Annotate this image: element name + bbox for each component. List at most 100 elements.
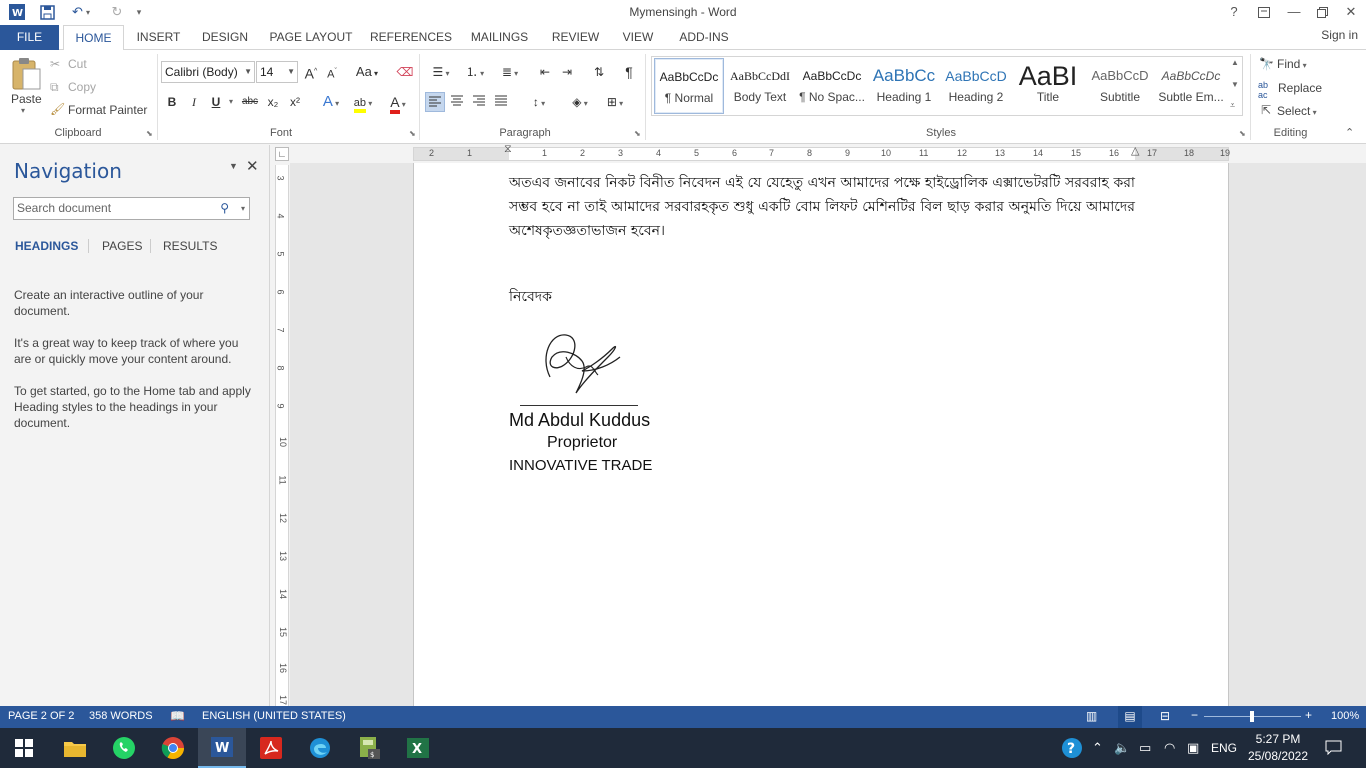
style-no-spacing[interactable]: AaBbCcDc ¶ No Spac...: [797, 58, 867, 114]
document-page[interactable]: অতএব জনাবের নিকট বিনীত নিবেদন এই যে যেহে…: [413, 163, 1229, 706]
read-mode-icon[interactable]: ▥: [1086, 709, 1097, 723]
line-spacing-button[interactable]: ↕ ▾: [524, 92, 554, 112]
acrobat-icon[interactable]: [247, 728, 295, 768]
bold-button[interactable]: B: [162, 92, 182, 112]
right-indent-icon[interactable]: △: [1131, 144, 1139, 157]
style-title[interactable]: AaBI Title: [1013, 58, 1083, 114]
numbering-button[interactable]: ⒈ ▾: [459, 62, 491, 82]
select-button[interactable]: Select ▾: [1277, 104, 1317, 118]
replace-button[interactable]: Replace: [1278, 81, 1322, 95]
font-color-button[interactable]: A ▾: [383, 92, 413, 114]
style-subtle-emphasis[interactable]: AaBbCcDc Subtle Em...: [1156, 58, 1226, 114]
cut-icon[interactable]: ✂: [50, 57, 60, 71]
sign-in-link[interactable]: Sign in: [1321, 28, 1358, 42]
proofing-icon[interactable]: 📖: [170, 709, 185, 723]
strikethrough-button[interactable]: abc: [240, 92, 260, 112]
cursor-icon[interactable]: ⇱: [1261, 103, 1271, 117]
find-button[interactable]: Find ▾: [1277, 57, 1307, 71]
search-options-icon[interactable]: ▾: [241, 198, 245, 219]
file-explorer-icon[interactable]: [51, 728, 99, 768]
help-tray-icon[interactable]: ?: [1061, 737, 1083, 762]
whatsapp-icon[interactable]: [100, 728, 148, 768]
print-layout-icon[interactable]: ▤: [1118, 706, 1142, 728]
tab-file[interactable]: FILE: [0, 25, 59, 50]
tab-add-ins[interactable]: ADD-INS: [671, 25, 737, 50]
chevron-up-icon[interactable]: ⌃: [1092, 740, 1103, 756]
font-launcher-icon[interactable]: ⬊: [409, 129, 416, 138]
tab-results[interactable]: RESULTS: [163, 239, 217, 253]
clipboard-launcher-icon[interactable]: ⬊: [146, 129, 153, 138]
shrink-font-button[interactable]: Aˇ: [322, 62, 342, 82]
paragraph-launcher-icon[interactable]: ⬊: [634, 129, 641, 138]
chrome-icon[interactable]: [149, 728, 197, 768]
zoom-level[interactable]: 100%: [1331, 710, 1359, 722]
paste-button[interactable]: Paste: [11, 92, 42, 106]
tab-design[interactable]: DESIGN: [196, 25, 254, 50]
copy-button[interactable]: Copy: [68, 80, 96, 94]
page-count[interactable]: PAGE 2 OF 2: [8, 710, 74, 722]
underline-button[interactable]: U: [206, 92, 226, 112]
decrease-indent-icon[interactable]: ⇤: [535, 62, 555, 82]
highlight-button[interactable]: ab ▾: [348, 92, 378, 113]
tab-pages[interactable]: PAGES: [102, 239, 142, 253]
search-input[interactable]: Search document ⚲ ▾: [13, 197, 250, 220]
underline-dropdown-icon[interactable]: ▾: [226, 92, 236, 112]
tab-insert[interactable]: INSERT: [131, 25, 186, 50]
excel-icon[interactable]: X: [394, 728, 442, 768]
copy-icon[interactable]: ⧉: [50, 80, 59, 95]
style-body-text[interactable]: AaBbCcDdI Body Text: [725, 58, 795, 114]
bullets-button[interactable]: ☰ ▾: [425, 62, 457, 82]
word-taskbar-icon[interactable]: W: [198, 728, 246, 768]
volume-icon[interactable]: 🔈: [1114, 740, 1130, 756]
shading-button[interactable]: ◈ ▾: [565, 92, 595, 112]
web-layout-icon[interactable]: ⊟: [1160, 709, 1170, 723]
align-left-icon[interactable]: [425, 92, 445, 112]
battery-icon[interactable]: ▭: [1139, 740, 1151, 756]
start-button[interactable]: [0, 728, 48, 768]
notification-tray-icon[interactable]: ▣: [1187, 740, 1199, 756]
multilevel-list-button[interactable]: ≣ ▾: [494, 62, 526, 82]
justify-icon[interactable]: [491, 92, 511, 112]
format-painter-icon[interactable]: 🖌: [50, 102, 65, 116]
tab-headings[interactable]: HEADINGS: [15, 239, 78, 253]
word-count[interactable]: 358 WORDS: [89, 710, 153, 722]
signatory-name[interactable]: Md Abdul Kuddus: [509, 410, 650, 431]
increase-indent-icon[interactable]: ⇥: [557, 62, 577, 82]
tab-home[interactable]: HOME: [63, 25, 124, 51]
closing-word[interactable]: নিবেদক: [509, 285, 552, 309]
replace-icon[interactable]: ab ac: [1258, 80, 1268, 100]
tab-selector-icon[interactable]: ∟: [275, 147, 289, 161]
grow-font-button[interactable]: A^: [301, 62, 321, 82]
input-language[interactable]: ENG: [1211, 741, 1237, 755]
action-center-icon[interactable]: [1325, 740, 1342, 758]
body-paragraph[interactable]: অতএব জনাবের নিকট বিনীত নিবেদন এই যে যেহে…: [509, 171, 1135, 243]
find-icon[interactable]: 🔭: [1259, 57, 1274, 71]
styles-launcher-icon[interactable]: ⬊: [1239, 129, 1246, 138]
close-button[interactable]: ✕: [1336, 2, 1366, 22]
subscript-button[interactable]: x₂: [263, 92, 283, 112]
align-right-icon[interactable]: [469, 92, 489, 112]
restore-button[interactable]: [1307, 2, 1337, 22]
close-pane-icon[interactable]: ✕: [246, 157, 259, 175]
calculator-app-icon[interactable]: $: [345, 728, 393, 768]
edge-icon[interactable]: [296, 728, 344, 768]
language-indicator[interactable]: ENGLISH (UNITED STATES): [202, 710, 346, 722]
text-effects-button[interactable]: A ▾: [316, 92, 346, 112]
wifi-icon[interactable]: ◠: [1164, 740, 1175, 756]
tab-page-layout[interactable]: PAGE LAYOUT: [265, 25, 357, 50]
font-family-select[interactable]: Calibri (Body) ▼: [161, 61, 255, 83]
zoom-out-icon[interactable]: −: [1191, 708, 1198, 722]
clear-formatting-icon[interactable]: ⌫: [395, 62, 415, 82]
pane-options-icon[interactable]: ▼: [229, 161, 238, 171]
borders-button[interactable]: ⊞ ▾: [600, 92, 630, 112]
align-center-icon[interactable]: [447, 92, 467, 112]
styles-scroll-up-icon[interactable]: ▲: [1231, 58, 1239, 67]
change-case-button[interactable]: Aa ▾: [352, 62, 382, 82]
search-icon[interactable]: ⚲: [220, 198, 229, 219]
cut-button[interactable]: Cut: [68, 57, 87, 71]
clock[interactable]: 5:27 PM 25/08/2022: [1246, 731, 1310, 765]
organization-name[interactable]: INNOVATIVE TRADE: [509, 457, 652, 474]
ribbon-display-options-icon[interactable]: [1249, 2, 1279, 22]
paste-dropdown-icon[interactable]: ▾: [21, 106, 25, 115]
paste-icon[interactable]: [9, 56, 43, 92]
